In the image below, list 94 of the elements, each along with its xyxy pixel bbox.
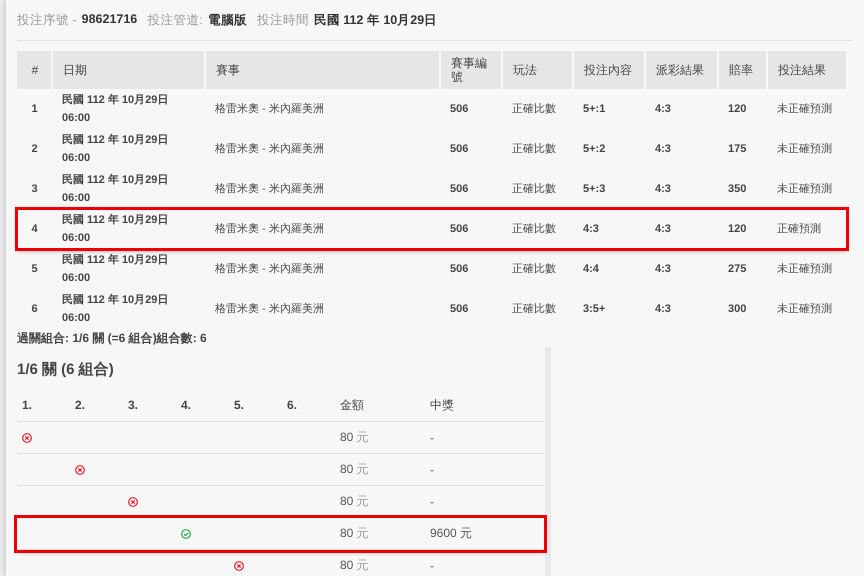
table-cell: - — [425, 454, 544, 486]
column-header: # — [17, 51, 52, 89]
table-cell: 350 — [718, 169, 767, 209]
table-cell: 4:3 — [645, 169, 718, 209]
table-cell-text: 民國 112 年 10月29日 06:00 — [61, 132, 170, 166]
amount-value: 80 — [340, 526, 354, 540]
column-header: 4. — [176, 389, 229, 422]
column-header: 中獎 — [425, 389, 544, 422]
table-cell: 格雷米奧 - 米內羅美洲 — [205, 249, 440, 289]
table-cell: 506 — [440, 249, 502, 289]
table-cell: - — [425, 422, 544, 454]
table-cell: 506 — [440, 169, 502, 209]
column-header: 日期 — [52, 51, 205, 89]
currency-unit: 元 — [356, 494, 369, 508]
currency-unit: 元 — [356, 430, 369, 444]
table-cell-text: 格雷米奧 - 米內羅美洲 — [214, 302, 325, 317]
table-cell: 民國 112 年 10月29日 06:00 — [52, 209, 205, 249]
table-cell-text: 506 — [449, 142, 470, 157]
column-header: 金額 — [335, 389, 425, 422]
table-cell: 5+:3 — [573, 169, 645, 209]
column-header: 5. — [229, 389, 282, 422]
table-cell-text: 300 — [727, 302, 748, 317]
table-cell: 3 — [17, 169, 52, 209]
summary-text: 過關組合: 1/6 關 (=6 組合)組合數: 6 — [17, 330, 207, 347]
amount-value: 80 — [340, 462, 354, 476]
column-header: 3. — [123, 389, 176, 422]
table-cell: 1 — [17, 89, 52, 129]
table-cell: 正確比數 — [502, 169, 573, 209]
column-header: 賠率 — [718, 51, 767, 89]
table-cell-text: 未正確預測 — [776, 302, 833, 317]
table-cell-text: 175 — [727, 142, 748, 157]
table-cell: - — [425, 486, 544, 518]
table-cell-text: 5+:2 — [582, 142, 606, 157]
field-value: 電腦版 — [208, 12, 247, 28]
table-cell: 民國 112 年 10月29日 06:00 — [52, 89, 205, 129]
column-header: 派彩結果 — [645, 51, 718, 89]
table-cell-text: 506 — [449, 302, 470, 317]
table-cell-text: 未正確預測 — [776, 142, 833, 157]
table-cell: 正確比數 — [502, 89, 573, 129]
table-cell-text: 正確比數 — [511, 302, 557, 317]
column-header: 玩法 — [502, 51, 573, 89]
field-label: 投注時間 — [256, 12, 309, 28]
table-cell: 民國 112 年 10月29日 06:00 — [52, 249, 205, 289]
table-cell: - — [425, 550, 544, 576]
currency-unit: 元 — [356, 462, 369, 476]
table-cell-text: 2 — [30, 142, 39, 157]
table-cell-text: 民國 112 年 10月29日 06:00 — [61, 292, 170, 326]
table-cell: 格雷米奧 - 米內羅美洲 — [205, 169, 440, 209]
field-value: 98621716 — [82, 12, 138, 28]
table-cell: 正確預測 — [767, 209, 847, 249]
table-cell: 4 — [17, 209, 52, 249]
table-cell-text: 正確比數 — [511, 142, 557, 157]
table-cell: 5 — [17, 249, 52, 289]
currency-unit: 元 — [356, 558, 369, 572]
table-cell: 120 — [718, 89, 767, 129]
column-header: 投注內容 — [573, 51, 645, 89]
table-cell: 民國 112 年 10月29日 06:00 — [52, 169, 205, 209]
table-cell: 未正確預測 — [767, 249, 847, 289]
table-cell: 未正確預測 — [767, 89, 847, 129]
table-cell: 正確比數 — [502, 209, 573, 249]
table-cell: 275 — [718, 249, 767, 289]
table-cell: 未正確預測 — [767, 169, 847, 209]
table-cell: 格雷米奧 - 米內羅美洲 — [205, 89, 440, 129]
field-label: 投注序號 - — [17, 12, 77, 28]
table-cell: 4:3 — [573, 209, 645, 249]
amount-value: 80 — [340, 494, 354, 508]
amount-value: 80 — [340, 558, 354, 572]
column-header: 2. — [70, 389, 123, 422]
column-header: 賽事 — [205, 51, 440, 89]
table-cell: 5+:1 — [573, 89, 645, 129]
table-cell-text: 4:3 — [654, 302, 672, 317]
section-title: 1/6 關 (6 組合) — [17, 360, 115, 380]
table-cell: 506 — [440, 209, 502, 249]
table-cell: 正確比數 — [502, 249, 573, 289]
table-cell: 4:3 — [645, 89, 718, 129]
column-header: 賽事編號 — [440, 51, 502, 89]
column-header: 6. — [282, 389, 335, 422]
table-cell: 4:3 — [645, 209, 718, 249]
table-cell-text: 4:3 — [654, 142, 672, 157]
currency-unit: 元 — [356, 526, 369, 540]
column-header: 投注結果 — [767, 51, 847, 89]
field-value: 民國 112 年 10月29日 — [314, 12, 438, 28]
amount-value: 80 — [340, 430, 354, 444]
table-cell: 9600 元 — [425, 518, 544, 550]
table-cell-text: 3:5+ — [582, 302, 606, 317]
table-cell: 4:3 — [645, 249, 718, 289]
table-cell: 格雷米奧 - 米內羅美洲 — [205, 209, 440, 249]
column-header: 1. — [17, 389, 70, 422]
field-label: 投注管道: — [147, 12, 203, 28]
table-cell: 506 — [440, 89, 502, 129]
table-cell: 120 — [718, 209, 767, 249]
table-cell: 4:4 — [573, 249, 645, 289]
table-cell-text: 6 — [30, 302, 39, 317]
table-cell-text: 格雷米奧 - 米內羅美洲 — [214, 142, 325, 157]
